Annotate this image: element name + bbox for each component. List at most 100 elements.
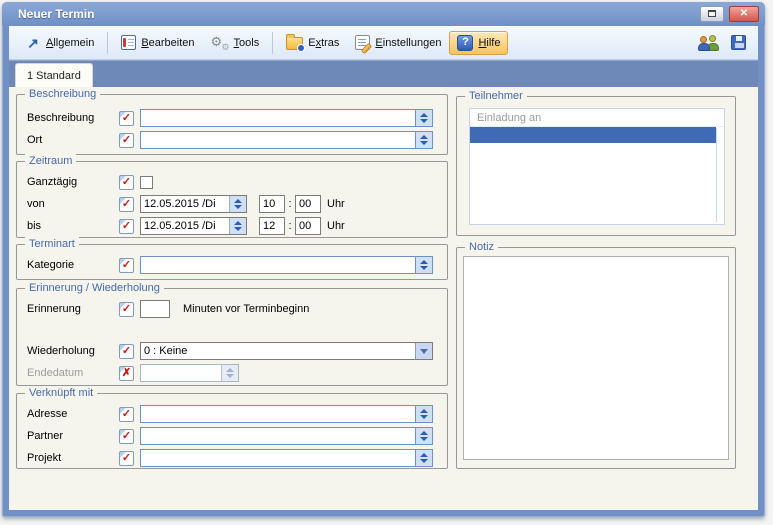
check-flag-icon[interactable]: ✓ — [119, 197, 134, 212]
check-flag-icon[interactable]: ✓ — [119, 175, 134, 190]
group-title: Terminart — [25, 237, 79, 251]
check-flag-icon[interactable]: ✓ — [119, 429, 134, 444]
ganztaegig-checkbox[interactable] — [140, 176, 153, 189]
participants-scrollbar[interactable] — [716, 128, 717, 222]
toolbar-button-allgemein[interactable]: ↗ Allgemein — [17, 31, 102, 55]
adresse-spinner[interactable] — [415, 406, 432, 422]
gears-icon: ⚙⚙ — [211, 35, 229, 51]
toolbar-button-bearbeiten[interactable]: Bearbeiten — [113, 31, 202, 54]
help-icon: ? — [457, 35, 473, 51]
projekt-input[interactable] — [140, 449, 433, 467]
form-content: Beschreibung Beschreibung ✓ Ort ✓ — [9, 87, 758, 510]
titlebar[interactable]: Neuer Termin ✕ — [2, 2, 765, 25]
participants-list[interactable]: Einladung an — [469, 108, 725, 225]
check-flag-icon[interactable]: ✓ — [119, 258, 134, 273]
kategorie-input[interactable] — [140, 256, 433, 274]
participants-selected-row[interactable] — [470, 127, 716, 143]
group-title: Notiz — [465, 240, 498, 254]
beschreibung-spinner[interactable] — [415, 110, 432, 126]
settings-form-icon — [355, 35, 370, 50]
restore-button[interactable] — [700, 6, 724, 22]
bis-date-input[interactable]: 12.05.2015 /Di — [140, 217, 247, 235]
new-appointment-window: Neuer Termin ✕ ↗ Allgemein Bearbeiten — [2, 2, 765, 517]
von-hour-input[interactable]: 10 — [259, 195, 285, 213]
group-erinnerung-wiederholung: Erinnerung / Wiederholung Erinnerung ✓ M… — [16, 288, 448, 386]
bis-hour-input[interactable]: 12 — [259, 217, 285, 235]
toolbar-separator — [107, 32, 108, 54]
window-title: Neuer Termin — [18, 7, 695, 21]
ganztaegig-label: Ganztägig — [27, 176, 119, 188]
ort-label: Ort — [27, 134, 119, 146]
group-verknuepft-mit: Verknüpft mit Adresse ✓ Partner ✓ — [16, 393, 448, 469]
check-flag-icon[interactable]: ✓ — [119, 344, 134, 359]
group-title: Erinnerung / Wiederholung — [25, 281, 164, 295]
ort-spinner[interactable] — [415, 132, 432, 148]
toolbar-separator — [272, 32, 273, 54]
save-icon[interactable] — [731, 35, 746, 50]
von-date-spinner[interactable] — [229, 196, 246, 212]
check-flag-icon[interactable]: ✓ — [119, 302, 134, 317]
erinnerung-label: Erinnerung — [27, 303, 119, 315]
partner-label: Partner — [27, 430, 119, 442]
cross-flag-icon[interactable]: ✗ — [119, 366, 134, 381]
time-colon: : — [285, 198, 295, 210]
contacts-icon[interactable] — [698, 35, 719, 51]
chevron-down-icon[interactable] — [415, 343, 432, 359]
check-flag-icon[interactable]: ✓ — [119, 451, 134, 466]
toolbar: ↗ Allgemein Bearbeiten ⚙⚙ Tools — [9, 26, 758, 60]
group-beschreibung: Beschreibung Beschreibung ✓ Ort ✓ — [16, 94, 448, 155]
close-button[interactable]: ✕ — [729, 6, 759, 22]
group-terminart: Terminart Kategorie ✓ — [16, 244, 448, 280]
toolbar-button-tools[interactable]: ⚙⚙ Tools — [203, 31, 268, 55]
wiederholung-label: Wiederholung — [27, 345, 119, 357]
erinnerung-minutes-input[interactable] — [140, 300, 170, 318]
bis-label: bis — [27, 220, 119, 232]
beschreibung-input[interactable] — [140, 109, 433, 127]
projekt-label: Projekt — [27, 452, 119, 464]
tab-strip: 1 Standard — [9, 60, 758, 87]
check-flag-icon[interactable]: ✓ — [119, 407, 134, 422]
adresse-input[interactable] — [140, 405, 433, 423]
group-title: Teilnehmer — [465, 89, 527, 103]
arrow-up-right-icon: ↗ — [25, 35, 41, 51]
group-title: Verknüpft mit — [25, 386, 97, 400]
von-minute-input[interactable]: 00 — [295, 195, 321, 213]
toolbar-button-hilfe[interactable]: ? Hilfe — [449, 31, 508, 55]
kategorie-spinner[interactable] — [415, 257, 432, 273]
ort-input[interactable] — [140, 131, 433, 149]
von-unit-label: Uhr — [327, 198, 345, 210]
check-flag-icon[interactable]: ✓ — [119, 133, 134, 148]
restore-icon — [708, 10, 716, 17]
bis-unit-label: Uhr — [327, 220, 345, 232]
close-icon: ✕ — [740, 9, 748, 19]
beschreibung-label: Beschreibung — [27, 112, 119, 124]
partner-input[interactable] — [140, 427, 433, 445]
edit-note-icon — [121, 35, 136, 50]
group-teilnehmer: Teilnehmer Einladung an — [456, 96, 736, 236]
check-flag-icon[interactable]: ✓ — [119, 219, 134, 234]
adresse-label: Adresse — [27, 408, 119, 420]
erinnerung-hint-label: Minuten vor Terminbeginn — [183, 303, 309, 315]
group-title: Beschreibung — [25, 87, 100, 101]
wiederholung-dropdown[interactable]: 0 : Keine — [140, 342, 433, 360]
von-date-input[interactable]: 12.05.2015 /Di — [140, 195, 247, 213]
participants-column-header[interactable]: Einladung an — [470, 109, 724, 127]
toolbar-button-einstellungen[interactable]: Einstellungen — [347, 31, 449, 54]
endedatum-label: Endedatum — [27, 367, 119, 379]
group-notiz: Notiz — [456, 247, 736, 469]
projekt-spinner[interactable] — [415, 450, 432, 466]
check-flag-icon[interactable]: ✓ — [119, 111, 134, 126]
bis-minute-input[interactable]: 00 — [295, 217, 321, 235]
time-colon: : — [285, 220, 295, 232]
partner-spinner[interactable] — [415, 428, 432, 444]
bis-date-spinner[interactable] — [229, 218, 246, 234]
von-label: von — [27, 198, 119, 210]
kategorie-label: Kategorie — [27, 259, 119, 271]
group-zeitraum: Zeitraum Ganztägig ✓ von ✓ 12.05.2015 /D… — [16, 161, 448, 238]
toolbar-button-extras[interactable]: Extras — [278, 31, 347, 54]
endedatum-input — [140, 364, 239, 382]
tab-standard[interactable]: 1 Standard — [15, 63, 93, 87]
folder-info-icon — [286, 37, 303, 50]
group-title: Zeitraum — [25, 154, 76, 168]
notes-textarea[interactable] — [463, 256, 729, 460]
